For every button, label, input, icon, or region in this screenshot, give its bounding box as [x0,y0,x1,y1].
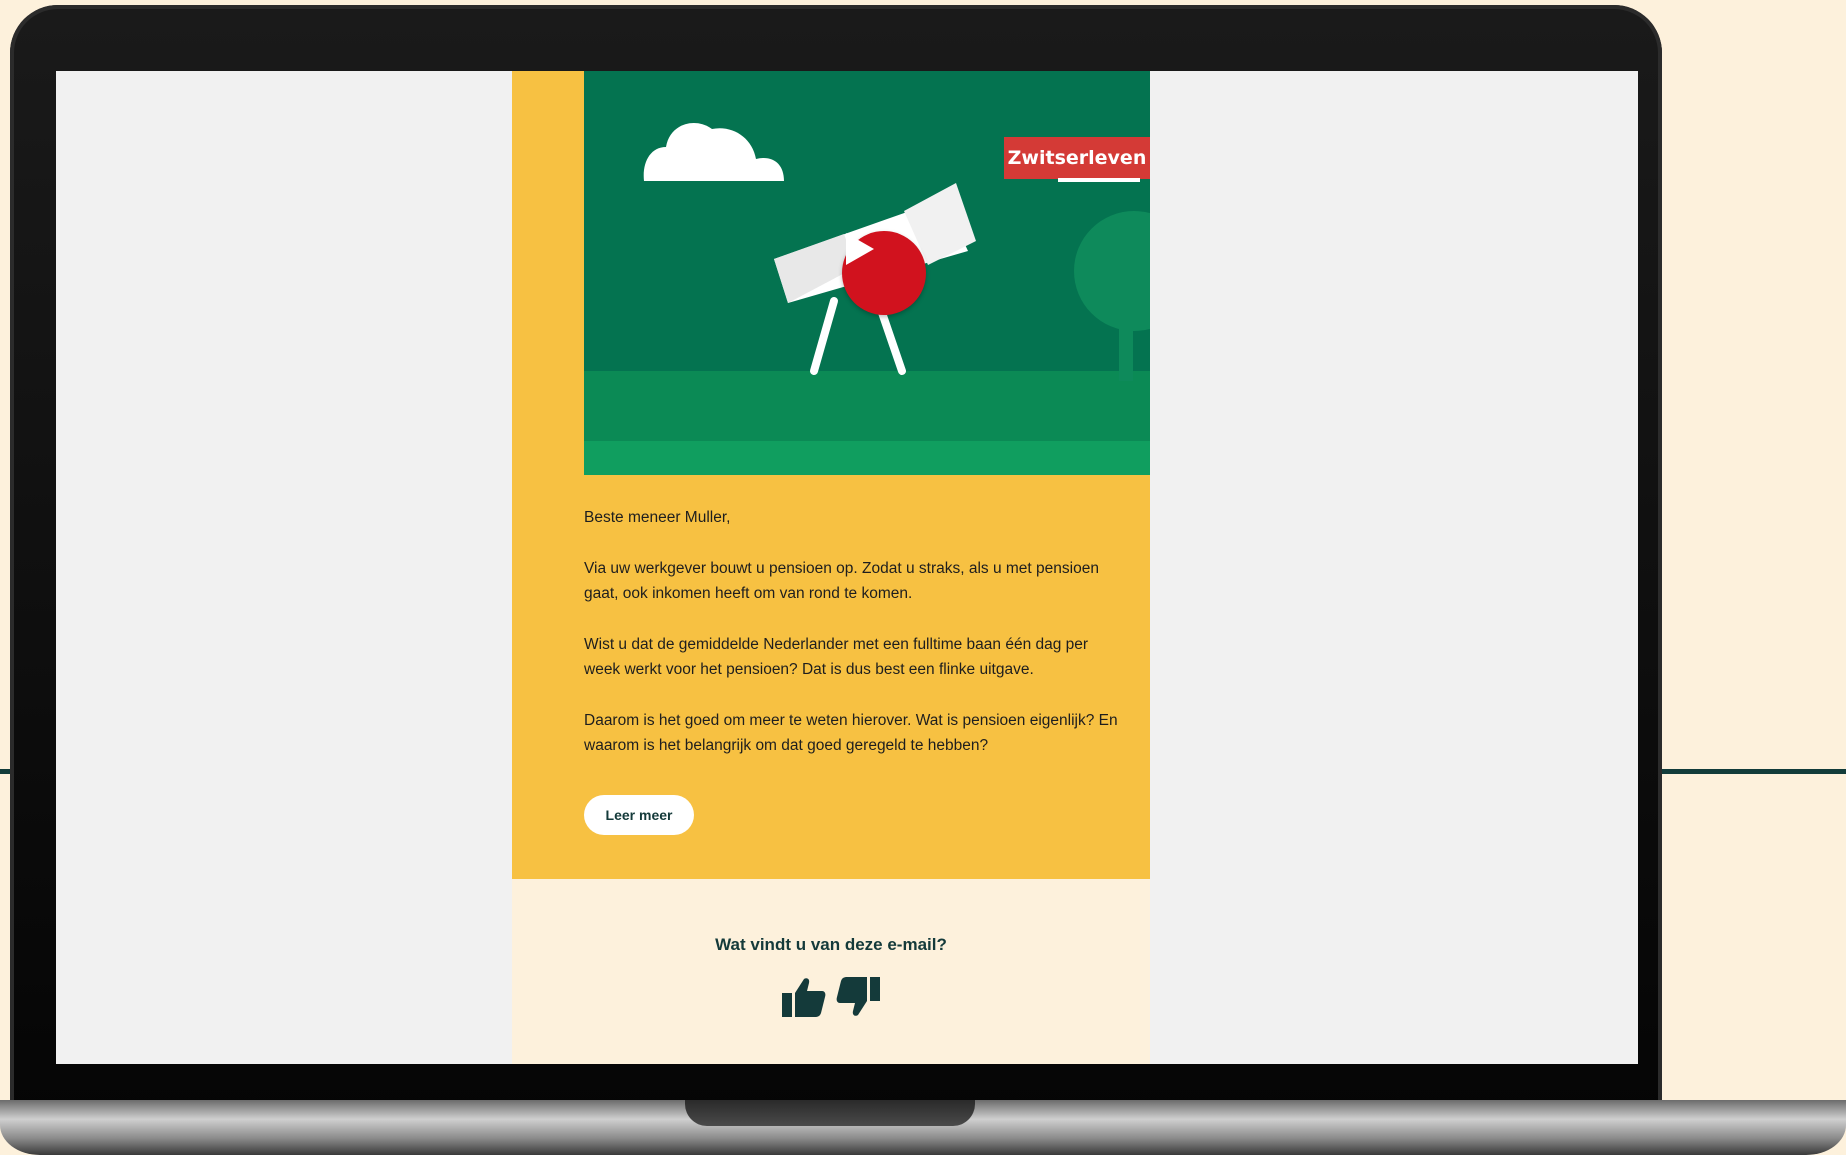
brand-logo: Zwitserleven [1004,137,1150,179]
email-paragraph: Via uw werkgever bouwt u pensioen op. Zo… [584,560,1099,602]
email-paragraph: Daarom is het goed om meer te weten hier… [584,712,1118,754]
laptop-screen: Zwitserleven Beste meneer Muller, Via uw… [56,71,1638,1064]
play-icon [846,233,874,265]
laptop-hinge-notch [685,1100,975,1126]
email-greeting: Beste meneer Muller, [584,509,731,526]
email-body: Beste meneer Muller, Via uw werkgever bo… [584,505,1124,784]
brand-underline [1058,178,1140,182]
decorative-line-right [1660,769,1846,774]
learn-more-button[interactable]: Leer meer [584,795,694,835]
thumbs-up-icon[interactable] [780,975,826,1019]
feedback-section: Wat vindt u van deze e-mail? [512,879,1150,1064]
email-paragraph: Wist u dat de gemiddelde Nederlander met… [584,636,1089,678]
play-button[interactable] [842,231,926,315]
feedback-buttons [512,975,1150,1019]
cloud-icon [643,123,784,181]
email-card: Zwitserleven Beste meneer Muller, Via uw… [512,71,1150,879]
email-preview: Zwitserleven Beste meneer Muller, Via uw… [512,71,1150,1064]
video-thumbnail[interactable]: Zwitserleven [584,71,1150,475]
feedback-question: Wat vindt u van deze e-mail? [715,935,947,954]
laptop-frame: Zwitserleven Beste meneer Muller, Via uw… [10,5,1662,1115]
thumbs-down-icon[interactable] [836,975,882,1019]
